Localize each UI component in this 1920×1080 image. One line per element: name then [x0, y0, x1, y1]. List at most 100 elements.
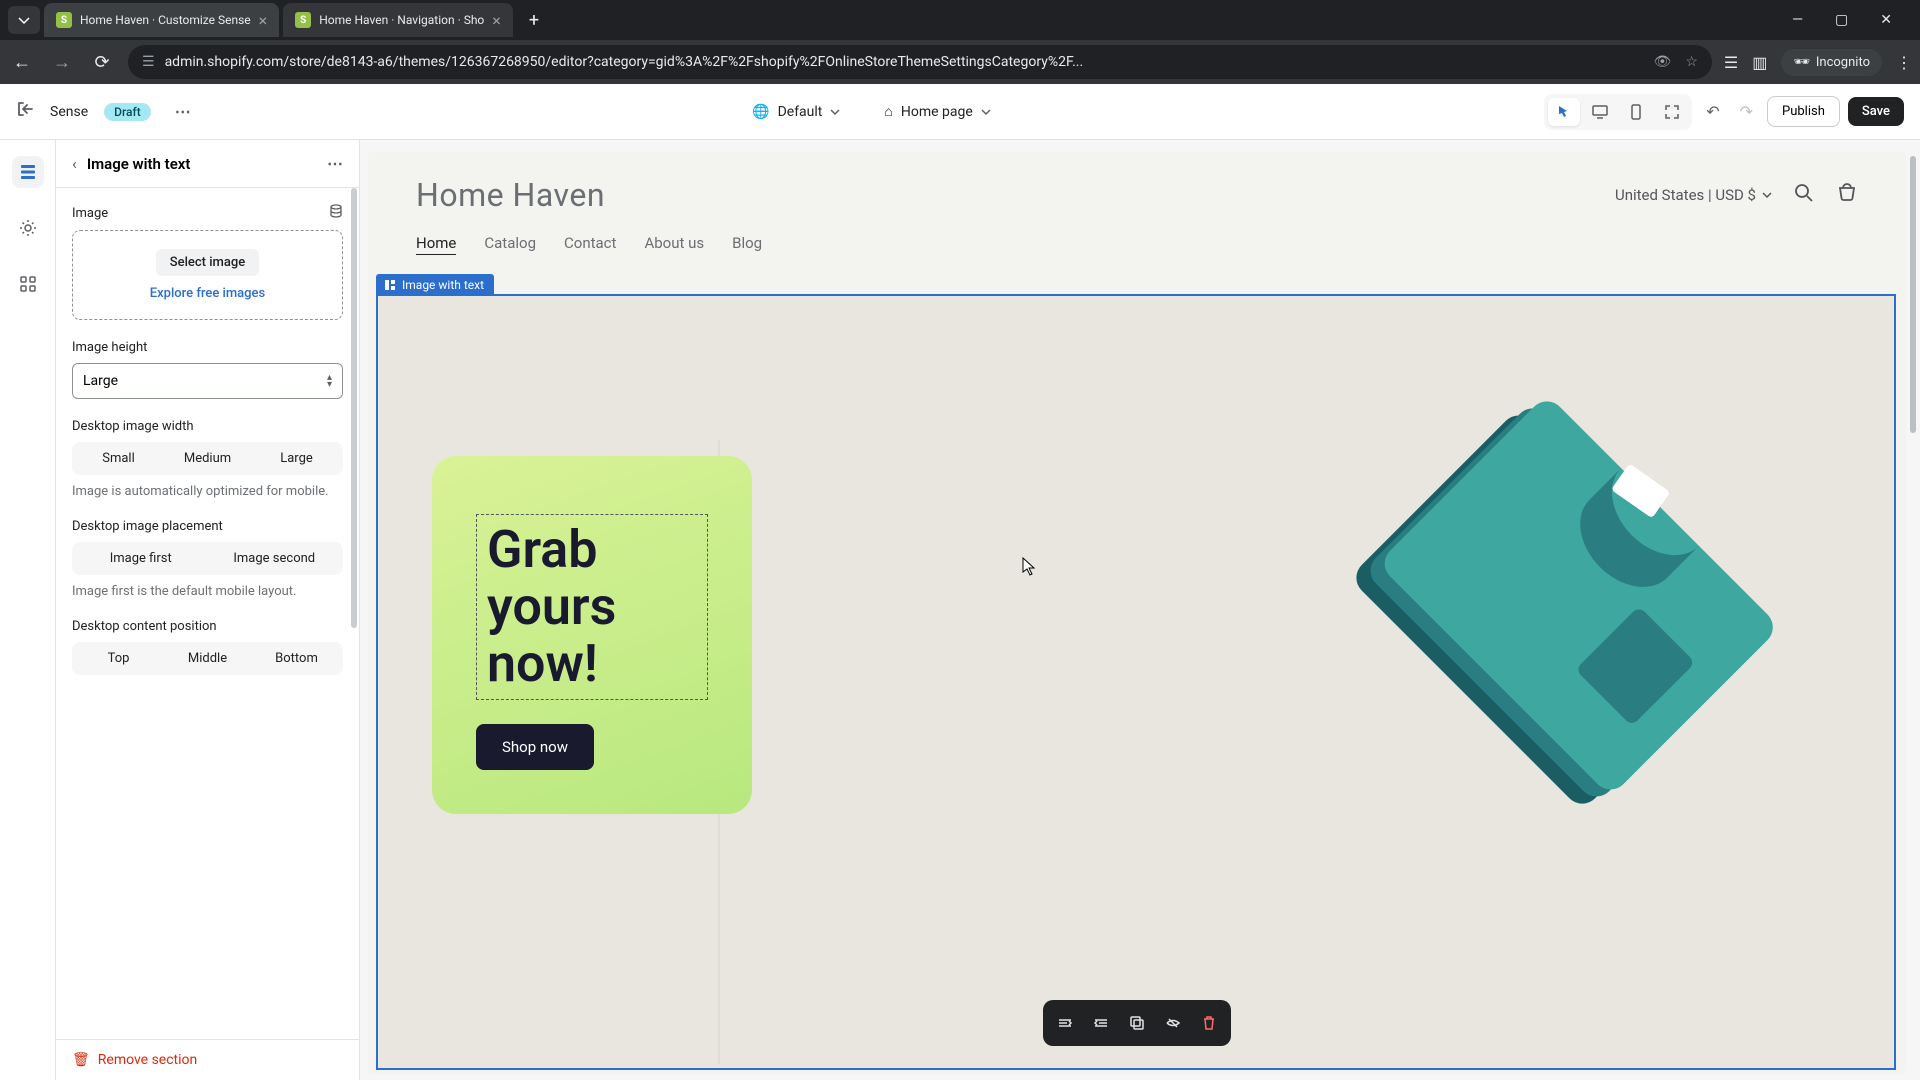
width-large-button[interactable]: Large	[252, 444, 341, 473]
image-width-segmented: Small Medium Large	[72, 442, 343, 475]
minimize-button[interactable]: —	[1784, 8, 1811, 32]
nav-home[interactable]: Home	[416, 234, 456, 255]
home-icon: ⌂	[884, 103, 892, 120]
address-bar[interactable]: ☰ admin.shopify.com/store/de8143-a6/them…	[128, 45, 1712, 79]
image-height-label: Image height	[72, 340, 147, 355]
page-dropdown[interactable]: ⌂ Home page	[874, 97, 1000, 126]
cart-icon[interactable]	[1836, 182, 1858, 208]
width-helper-text: Image is automatically optimized for mob…	[72, 483, 343, 501]
page-label: Home page	[901, 104, 973, 120]
sections-rail-button[interactable]	[12, 156, 44, 188]
chevron-down-icon	[830, 107, 840, 117]
headline-text: Grab yours now!	[487, 521, 697, 693]
inspector-button[interactable]	[1548, 98, 1580, 126]
width-medium-button[interactable]: Medium	[163, 444, 252, 473]
close-window-button[interactable]: ✕	[1872, 8, 1900, 32]
close-tab-icon[interactable]: ×	[492, 11, 501, 30]
trash-icon: 🗑	[72, 1052, 90, 1068]
image-width-label: Desktop image width	[72, 419, 194, 434]
nav-about[interactable]: About us	[644, 234, 704, 255]
apps-rail-button[interactable]	[12, 268, 44, 300]
remove-section-button[interactable]: 🗑 Remove section	[56, 1039, 359, 1080]
close-tab-icon[interactable]: ×	[259, 11, 268, 30]
desktop-view-button[interactable]	[1584, 98, 1616, 126]
forward-button[interactable]: →	[48, 52, 76, 73]
duplicate-button[interactable]	[1121, 1008, 1153, 1038]
section-toolbar	[1043, 1000, 1231, 1046]
bookmark-icon[interactable]: ☆	[1685, 54, 1698, 70]
new-tab-button[interactable]: +	[517, 10, 551, 31]
dynamic-source-icon[interactable]	[329, 204, 343, 222]
chevron-down-icon	[981, 107, 991, 117]
move-down-button[interactable]	[1085, 1008, 1117, 1038]
preview-scrollbar[interactable]	[1908, 152, 1918, 1074]
move-up-button[interactable]	[1049, 1008, 1081, 1038]
browser-tab-1[interactable]: S Home Haven · Customize Sense ×	[44, 3, 279, 37]
select-image-button[interactable]: Select image	[156, 249, 259, 276]
nav-contact[interactable]: Contact	[564, 234, 616, 255]
product-image	[1294, 386, 1814, 826]
save-button[interactable]: Save	[1848, 97, 1904, 126]
currency-label: United States | USD $	[1615, 186, 1756, 204]
theme-name: Sense	[50, 104, 88, 120]
more-actions-button[interactable]: ⋯	[167, 98, 199, 125]
browser-tab-2[interactable]: S Home Haven · Navigation · Sho ×	[283, 3, 513, 37]
template-dropdown[interactable]: 🌐 Default	[742, 97, 850, 126]
placement-helper-text: Image first is the default mobile layout…	[72, 583, 343, 601]
fullscreen-button[interactable]	[1656, 98, 1688, 126]
remove-section-label: Remove section	[98, 1052, 197, 1068]
settings-rail-button[interactable]	[12, 212, 44, 244]
store-name: Home Haven	[416, 176, 605, 214]
reading-list-icon[interactable]: ☰	[1724, 53, 1738, 72]
redo-button: ↷	[1734, 96, 1759, 127]
exit-editor-button[interactable]	[16, 100, 34, 123]
search-icon[interactable]	[1794, 183, 1814, 207]
menu-icon[interactable]: ⋮	[1896, 53, 1912, 72]
incognito-icon: 🕶	[1793, 55, 1810, 70]
nav-catalog[interactable]: Catalog	[484, 234, 536, 255]
globe-icon: 🌐	[752, 104, 769, 120]
sidebar-title: Image with text	[87, 155, 317, 173]
position-top-button[interactable]: Top	[74, 644, 163, 673]
currency-selector[interactable]: United States | USD $	[1615, 186, 1772, 204]
placement-first-button[interactable]: Image first	[74, 544, 208, 573]
tab-search-button[interactable]	[8, 6, 40, 34]
image-height-select[interactable]: Large ▴▾	[72, 363, 343, 399]
delete-button[interactable]	[1193, 1008, 1225, 1038]
incognito-label: Incognito	[1816, 55, 1870, 70]
placement-second-button[interactable]: Image second	[208, 544, 342, 573]
sidebar-back-button[interactable]: ‹	[72, 154, 77, 173]
draft-badge: Draft	[104, 103, 151, 121]
undo-button[interactable]: ↶	[1700, 96, 1725, 127]
side-panel-icon[interactable]: ▥	[1752, 53, 1767, 72]
shopify-favicon: S	[56, 12, 72, 28]
publish-button[interactable]: Publish	[1767, 96, 1840, 127]
sidebar-more-button[interactable]: ⋯	[327, 154, 343, 173]
width-small-button[interactable]: Small	[74, 444, 163, 473]
section-badge[interactable]: Image with text	[376, 274, 494, 296]
explore-images-link[interactable]: Explore free images	[85, 286, 330, 301]
headline-block[interactable]: Grab yours now!	[476, 514, 708, 700]
mobile-view-button[interactable]	[1620, 98, 1652, 126]
shopify-favicon: S	[295, 12, 311, 28]
position-bottom-button[interactable]: Bottom	[252, 644, 341, 673]
site-settings-icon[interactable]: ☰	[142, 54, 155, 70]
nav-blog[interactable]: Blog	[732, 234, 762, 255]
incognito-badge[interactable]: 🕶 Incognito	[1781, 49, 1882, 76]
reload-button[interactable]: ⟳	[88, 52, 116, 73]
chevron-down-icon	[1762, 190, 1772, 200]
text-card: Grab yours now! Shop now	[432, 456, 752, 814]
image-height-value: Large	[83, 373, 118, 389]
section-icon	[384, 279, 396, 291]
url-text: admin.shopify.com/store/de8143-a6/themes…	[165, 54, 1644, 70]
eye-off-icon[interactable]: 👁	[1654, 54, 1672, 70]
hide-button[interactable]	[1157, 1008, 1189, 1038]
section-canvas[interactable]: Grab yours now! Shop now	[378, 296, 1894, 1068]
position-middle-button[interactable]: Middle	[163, 644, 252, 673]
content-position-label: Desktop content position	[72, 619, 217, 634]
maximize-button[interactable]: ▢	[1827, 8, 1856, 32]
tab-title: Home Haven · Navigation · Sho	[319, 13, 484, 27]
shop-now-button[interactable]: Shop now	[476, 724, 594, 770]
back-button[interactable]: ←	[8, 52, 36, 73]
sidebar-scrollbar[interactable]	[349, 188, 359, 1034]
